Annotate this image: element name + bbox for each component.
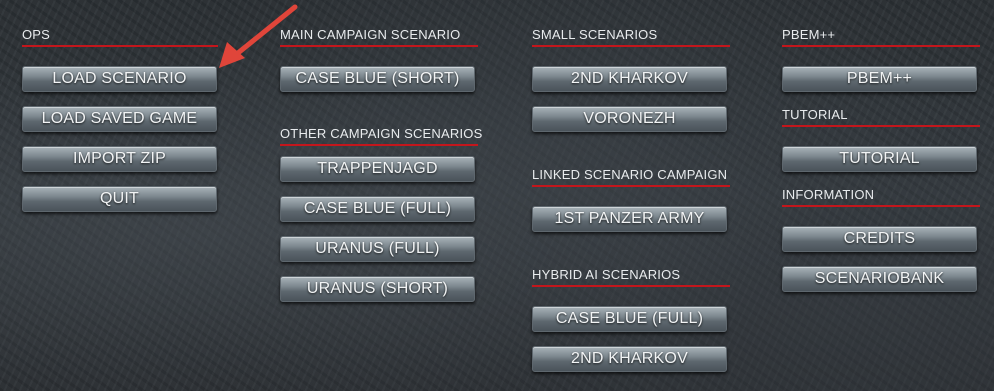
pbem-heading: PBEM++ (782, 27, 980, 47)
information-heading: INFORMATION (782, 187, 980, 207)
hybrid-case-blue-full-button[interactable]: CASE BLUE (FULL) (532, 306, 727, 332)
pbem-button[interactable]: PBEM++ (782, 66, 977, 92)
ops-heading: OPS (22, 27, 218, 47)
hybrid-ai-heading: HYBRID AI SCENARIOS (532, 267, 730, 287)
import-zip-button[interactable]: IMPORT ZIP (22, 146, 217, 172)
1st-panzer-army-button[interactable]: 1ST PANZER ARMY (532, 206, 727, 232)
small-scenarios-heading: SMALL SCENARIOS (532, 27, 730, 47)
case-blue-full-button[interactable]: CASE BLUE (FULL) (280, 196, 475, 222)
load-saved-game-button[interactable]: LOAD SAVED GAME (22, 106, 217, 132)
scenariobank-button[interactable]: SCENARIOBANK (782, 266, 977, 292)
trappenjagd-button[interactable]: TRAPPENJAGD (280, 156, 475, 182)
uranus-full-button[interactable]: URANUS (FULL) (280, 236, 475, 262)
2nd-kharkov-button[interactable]: 2ND KHARKOV (532, 66, 727, 92)
main-campaign-heading: MAIN CAMPAIGN SCENARIO (280, 27, 478, 47)
load-scenario-button[interactable]: LOAD SCENARIO (22, 66, 217, 92)
quit-button[interactable]: QUIT (22, 186, 217, 212)
tutorial-button[interactable]: TUTORIAL (782, 146, 977, 172)
voronezh-button[interactable]: VORONEZH (532, 106, 727, 132)
hybrid-2nd-kharkov-button[interactable]: 2ND KHARKOV (532, 346, 727, 372)
other-campaign-heading: OTHER CAMPAIGN SCENARIOS (280, 126, 483, 146)
uranus-short-button[interactable]: URANUS (SHORT) (280, 276, 475, 302)
tutorial-heading: TUTORIAL (782, 107, 980, 127)
linked-campaign-heading: LINKED SCENARIO CAMPAIGN (532, 167, 730, 187)
credits-button[interactable]: CREDITS (782, 226, 977, 252)
case-blue-short-button[interactable]: CASE BLUE (SHORT) (280, 66, 475, 92)
